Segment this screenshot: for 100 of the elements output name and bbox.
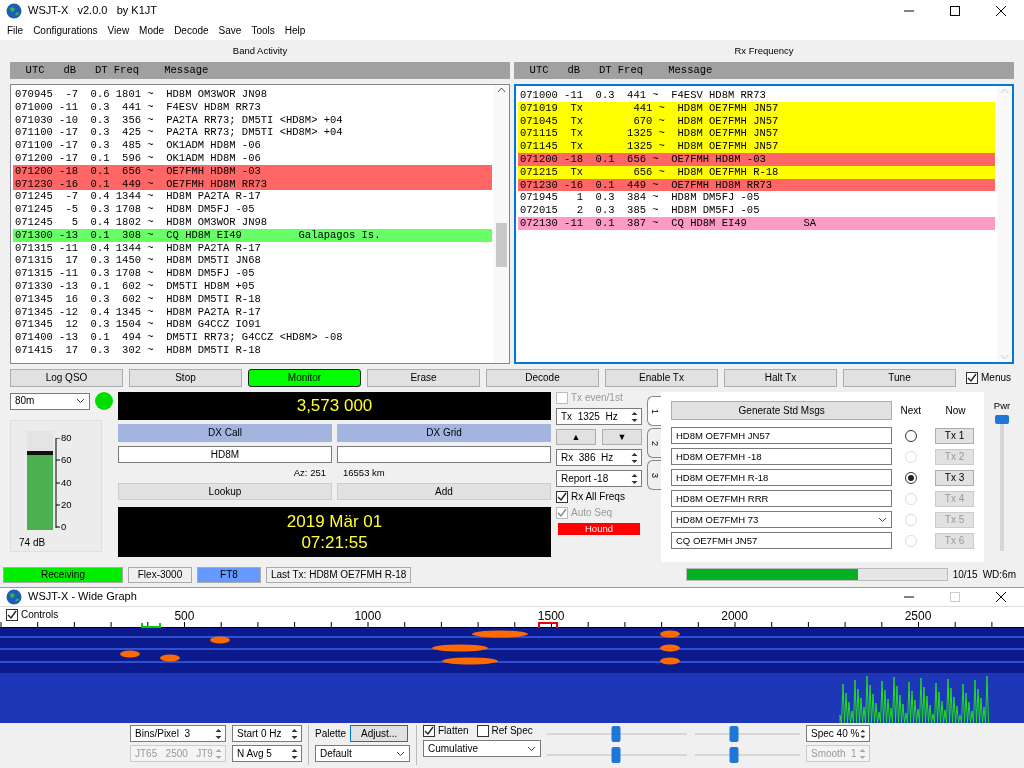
message-row[interactable]: 071345 16 0.3 602 ~ HD8M DM5TI R-18 — [13, 292, 492, 306]
dx-grid-field[interactable] — [337, 446, 551, 463]
message-row[interactable]: 071945 1 0.3 384 ~ HD8M DM5FJ -05 — [518, 191, 995, 205]
band-dropdown[interactable]: 80m — [10, 392, 90, 410]
message-row[interactable]: 071200 -17 0.1 596 ~ OK1ADM HD8M -06 — [13, 152, 492, 165]
slider-thumb[interactable] — [995, 415, 1009, 425]
message-field[interactable]: HD8M OE7FMH R-18 — [671, 469, 893, 486]
reference-spectrum-checkbox[interactable] — [476, 725, 489, 737]
message-row[interactable]: 071245 -5 0.3 1708 ~ HD8M DM5FJ -05 — [13, 203, 492, 216]
tx-marker-icon[interactable] — [538, 622, 558, 628]
add-button[interactable]: Add — [337, 483, 551, 500]
message-row[interactable]: 071030 -10 0.3 356 ~ PA2TA RR73; DM5TI <HD8M> +04 — [13, 113, 492, 127]
menu-item[interactable]: File — [2, 25, 29, 37]
generate-messages-button[interactable]: Generate Std Msgs — [671, 401, 893, 420]
slider-thumb[interactable] — [729, 726, 739, 742]
message-row[interactable]: 071245 5 0.4 1802 ~ HD8M OM3WOR JN98 — [13, 215, 492, 229]
spin-arrows-icon[interactable] — [290, 726, 299, 741]
message-row[interactable]: 071019 Tx 441 ~ HD8M OE7FMH JN57 — [518, 101, 995, 115]
adjust-button[interactable]: Adjust... — [350, 725, 409, 742]
message-row[interactable]: 070945 -7 0.6 1801 ~ HD8M OM3WOR JN98 — [13, 88, 492, 101]
flatten-checkbox[interactable] — [423, 725, 435, 737]
scale-label: 0 — [61, 522, 67, 533]
tx-button[interactable]: Tx 1 — [935, 427, 974, 444]
menu-item[interactable]: Configurations — [28, 25, 103, 37]
controls-checkbox[interactable] — [6, 609, 18, 621]
toolbar-button[interactable]: Erase — [367, 369, 480, 387]
message-row[interactable]: 071000 -11 0.3 441 ~ F4ESV HD8M RR73 — [518, 89, 995, 102]
menu-item[interactable]: Mode — [134, 25, 170, 37]
averaging-count-spinbox[interactable]: N Avg 5 — [232, 745, 302, 762]
message-row[interactable]: 071100 -17 0.3 425 ~ PA2TA RR73; DM5TI <HD8M> +04 — [13, 126, 492, 140]
slider[interactable] — [695, 725, 800, 743]
spin-box[interactable]: Tx 1325 Hz — [556, 408, 642, 425]
message-row[interactable]: 071000 -11 0.3 441 ~ F4ESV HD8M RR73 — [13, 100, 492, 114]
toolbar-button[interactable]: Decode — [486, 369, 599, 387]
slider-thumb[interactable] — [729, 747, 739, 763]
message-row[interactable]: 071315 17 0.3 1450 ~ HD8M DM5TI JN68 — [13, 254, 492, 268]
menu-item[interactable]: Help — [279, 25, 311, 37]
message-row[interactable]: 071200 -18 0.1 656 ~ OE7FMH HD8M -03 — [13, 164, 492, 178]
message-row[interactable]: 071315 -11 0.4 1344 ~ HD8M PA2TA R-17 — [13, 241, 492, 255]
message-row[interactable]: 071315 -11 0.3 1708 ~ HD8M DM5FJ -05 — [13, 267, 492, 280]
scrollbar-thumb[interactable] — [496, 223, 507, 267]
spin-box[interactable]: Rx 386 Hz — [556, 449, 642, 466]
spin-arrows-icon[interactable] — [630, 471, 639, 486]
menu-item[interactable]: Tools — [246, 25, 280, 37]
message-tab[interactable]: 1 — [647, 396, 661, 426]
message-row[interactable]: 071145 Tx 1325 ~ HD8M OE7FMH JN57 — [518, 140, 995, 153]
spectrum-percent-spinbox[interactable]: Spec 40 % — [806, 725, 870, 742]
menu-item[interactable]: Save — [213, 25, 247, 37]
menu-item[interactable]: Decode — [169, 25, 214, 37]
toolbar-button[interactable]: Log QSO — [10, 369, 123, 387]
slider[interactable] — [547, 725, 687, 743]
up-button[interactable]: ▲ — [556, 429, 596, 445]
radio-button[interactable] — [904, 429, 917, 442]
option-checkbox[interactable] — [556, 491, 568, 503]
lookup-button[interactable]: Lookup — [118, 483, 332, 500]
spin-arrows-icon[interactable] — [290, 746, 299, 761]
message-tab[interactable]: 3 — [647, 460, 661, 490]
spin-arrows-icon[interactable] — [214, 726, 223, 741]
message-row[interactable]: 072130 -11 0.1 387 ~ CQ HD8M EI49 SA — [518, 216, 995, 230]
slider-thumb[interactable] — [611, 726, 621, 742]
message-row[interactable]: 071400 -13 0.1 494 ~ DM5TI RR73; G4CCZ <HD8M> -08 — [13, 331, 492, 344]
slider-thumb[interactable] — [611, 747, 621, 763]
toolbar-button[interactable]: Enable Tx — [605, 369, 718, 387]
menus-checkbox[interactable] — [966, 372, 978, 384]
down-button[interactable]: ▼ — [602, 429, 642, 445]
caret-icon[interactable] — [396, 750, 405, 757]
tx-button[interactable]: Tx 3 — [935, 469, 974, 486]
averaging-dropdown[interactable]: Cumulative — [423, 740, 541, 757]
message-row[interactable]: 072015 2 0.3 385 ~ HD8M DM5FJ -05 — [518, 204, 995, 217]
toolbar-button[interactable]: Stop — [129, 369, 242, 387]
scroll-up-icon[interactable] — [497, 85, 506, 95]
spin-box[interactable]: Report -18 — [556, 470, 642, 487]
toolbar-button[interactable]: Halt Tx — [724, 369, 837, 387]
palette-dropdown[interactable]: Default — [315, 745, 410, 762]
toolbar-button[interactable]: Tune — [843, 369, 956, 387]
message-row[interactable]: 071100 -17 0.3 485 ~ OK1ADM HD8M -06 — [13, 139, 492, 152]
bins-per-pixel-spinbox[interactable]: Bins/Pixel 3 — [130, 725, 226, 742]
menu-item[interactable]: View — [102, 25, 135, 37]
message-field[interactable]: HD8M OE7FMH JN57 — [671, 427, 893, 444]
message-tab[interactable]: 2 — [647, 428, 661, 458]
caret-icon[interactable] — [76, 398, 85, 404]
radio-button[interactable] — [904, 471, 917, 484]
message-row[interactable]: 071245 -7 0.4 1344 ~ HD8M PA2TA R-17 — [13, 190, 492, 204]
receiving-status: Receiving — [3, 566, 123, 583]
slider[interactable] — [547, 746, 687, 764]
spin-arrows-icon[interactable] — [630, 409, 639, 424]
caret-icon[interactable] — [527, 745, 536, 752]
rx-marker-icon[interactable] — [141, 623, 161, 628]
spin-arrows-icon[interactable] — [630, 450, 639, 465]
message-row[interactable]: 071330 -13 0.1 602 ~ DM5TI HD8M +05 — [13, 279, 492, 293]
slider[interactable] — [695, 746, 800, 764]
caret-icon[interactable] — [878, 516, 888, 523]
message-row[interactable]: 071300 -13 0.1 308 ~ CQ HD8M EI49 Galapagos Is. — [13, 228, 492, 242]
message-row[interactable]: 071345 -12 0.4 1345 ~ HD8M PA2TA R-17 — [13, 305, 492, 319]
dx-call-field[interactable]: HD8M — [118, 446, 332, 463]
message-row[interactable]: 071115 Tx 1325 ~ HD8M OE7FMH JN57 — [518, 127, 995, 141]
start-frequency-spinbox[interactable]: Start 0 Hz — [232, 725, 302, 742]
message-row[interactable]: 071345 12 0.3 1504 ~ HD8M G4CCZ IO91 — [13, 318, 492, 332]
toolbar-button[interactable]: Monitor — [248, 369, 361, 387]
message-row[interactable]: 071415 17 0.3 302 ~ HD8M DM5TI R-18 — [13, 343, 492, 357]
